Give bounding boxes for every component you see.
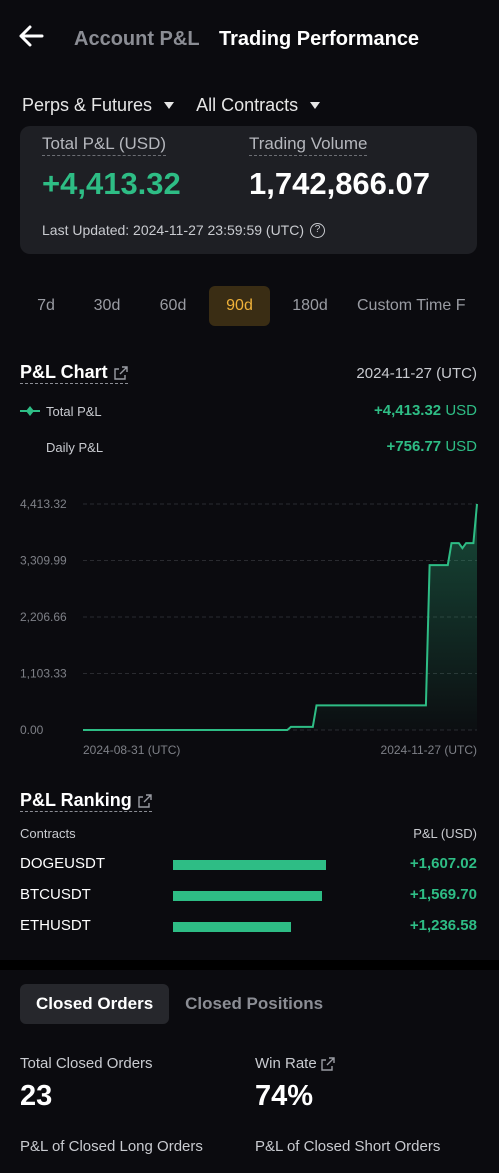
caret-down-icon [310, 101, 321, 109]
section-divider [0, 960, 499, 970]
diamond-line-icon [20, 406, 40, 416]
ranking-col-pl: P&L (USD) [413, 826, 477, 841]
caret-down-icon [164, 101, 175, 109]
win-rate-label[interactable]: Win Rate [255, 1055, 335, 1072]
pl-chart-title-text: P&L Chart [20, 362, 108, 382]
y-tick-label: 0.00 [20, 723, 44, 737]
period-7d[interactable]: 7d [20, 286, 72, 326]
ranking-bar [173, 922, 291, 932]
ranking-bar [173, 891, 323, 901]
header: Account P&L Trading Performance [0, 0, 499, 80]
ranking-bar [173, 860, 326, 870]
ranking-value: +1,607.02 [409, 855, 477, 872]
product-filter[interactable]: Perps & Futures [22, 92, 175, 118]
ranking-row[interactable]: DOGEUSDT +1,607.02 [20, 853, 477, 875]
period-90d[interactable]: 90d [209, 286, 270, 326]
tab-trading-performance[interactable]: Trading Performance [219, 28, 419, 51]
total-pl-label[interactable]: Total P&L (USD) [42, 134, 167, 156]
product-filter-label: Perps & Futures [22, 94, 153, 115]
period-180d[interactable]: 180d [284, 286, 336, 326]
x-label-end: 2024-11-27 (UTC) [381, 743, 477, 757]
period-selector: 7d 30d 60d 90d 180d Custom Time F [20, 286, 499, 326]
ranking-row[interactable]: BTCUSDT +1,569.70 [20, 884, 477, 906]
total-pl-value: +4,413.32 [42, 166, 181, 201]
y-tick-label: 4,413.32 [20, 497, 67, 511]
legend-total-unit: USD [445, 402, 477, 419]
tab-closed-orders[interactable]: Closed Orders [20, 984, 170, 1024]
win-rate-label-text: Win Rate [255, 1055, 317, 1072]
period-custom[interactable]: Custom Time F [357, 286, 487, 326]
legend-total-pl: Total P&L +4,413.32 USD [20, 402, 477, 422]
external-link-icon [137, 793, 152, 808]
legend-daily-unit: USD [445, 438, 477, 455]
back-arrow-icon[interactable] [18, 24, 44, 48]
closed-short-pl-label: P&L of Closed Short Orders [255, 1138, 441, 1155]
external-link-icon [320, 1056, 335, 1071]
pl-ranking-title[interactable]: P&L Ranking [20, 790, 152, 812]
pl-chart-title[interactable]: P&L Chart [20, 362, 128, 384]
ranking-row[interactable]: ETHUSDT +1,236.58 [20, 915, 477, 937]
period-60d[interactable]: 60d [147, 286, 199, 326]
external-link-icon [113, 365, 128, 380]
tab-account-pl[interactable]: Account P&L [74, 28, 200, 51]
legend-daily-label: Daily P&L [46, 440, 104, 455]
ranking-contract-name: DOGEUSDT [20, 855, 106, 872]
legend-daily-pl: Daily P&L +756.77 USD [20, 438, 477, 458]
help-icon[interactable]: ? [310, 222, 326, 238]
last-updated: Last Updated: 2024-11-27 23:59:59 (UTC) … [42, 222, 326, 238]
ranking-contract-name: ETHUSDT [20, 917, 91, 934]
ranking-header: Contracts P&L (USD) [20, 826, 477, 841]
chart-date: 2024-11-27 (UTC) [356, 365, 477, 382]
pl-ranking-title-text: P&L Ranking [20, 790, 132, 810]
y-tick-label: 2,206.66 [20, 610, 67, 624]
ranking-value: +1,236.58 [409, 917, 477, 934]
contracts-filter[interactable]: All Contracts [196, 92, 321, 118]
closed-long-pl-label: P&L of Closed Long Orders [20, 1138, 203, 1155]
ranking-contract-name: BTCUSDT [20, 886, 91, 903]
y-tick-label: 3,309.99 [20, 554, 67, 568]
ranking-value: +1,569.70 [409, 886, 477, 903]
filter-bar: Perps & Futures All Contracts [22, 92, 321, 118]
legend-daily-value-group: +756.77 USD [387, 438, 477, 455]
orders-tabs: Closed Orders Closed Positions [20, 984, 339, 1024]
win-rate-value: 74% [255, 1080, 314, 1112]
y-tick-label: 1,103.33 [20, 667, 67, 681]
trading-volume-label[interactable]: Trading Volume [249, 134, 368, 156]
contracts-filter-label: All Contracts [196, 94, 299, 115]
ranking-col-contracts: Contracts [20, 826, 76, 841]
summary-card: Total P&L (USD) +4,413.32 Trading Volume… [20, 126, 477, 254]
legend-total-value: +4,413.32 [374, 402, 442, 419]
tab-closed-positions[interactable]: Closed Positions [169, 984, 339, 1024]
total-closed-orders-value: 23 [20, 1080, 53, 1112]
x-label-start: 2024-08-31 (UTC) [83, 743, 180, 757]
last-updated-text: Last Updated: 2024-11-27 23:59:59 (UTC) [42, 222, 305, 238]
trading-volume-value: 1,742,866.07 [249, 166, 431, 201]
legend-total-value-group: +4,413.32 USD [374, 402, 477, 419]
legend-daily-value: +756.77 [386, 438, 442, 455]
pl-area-chart[interactable]: 4,413.32 3,309.99 2,206.66 1,103.33 0.00 202… [0, 486, 499, 766]
period-30d[interactable]: 30d [81, 286, 133, 326]
legend-total-label: Total P&L [46, 404, 102, 419]
total-closed-orders-label: Total Closed Orders [20, 1055, 153, 1072]
